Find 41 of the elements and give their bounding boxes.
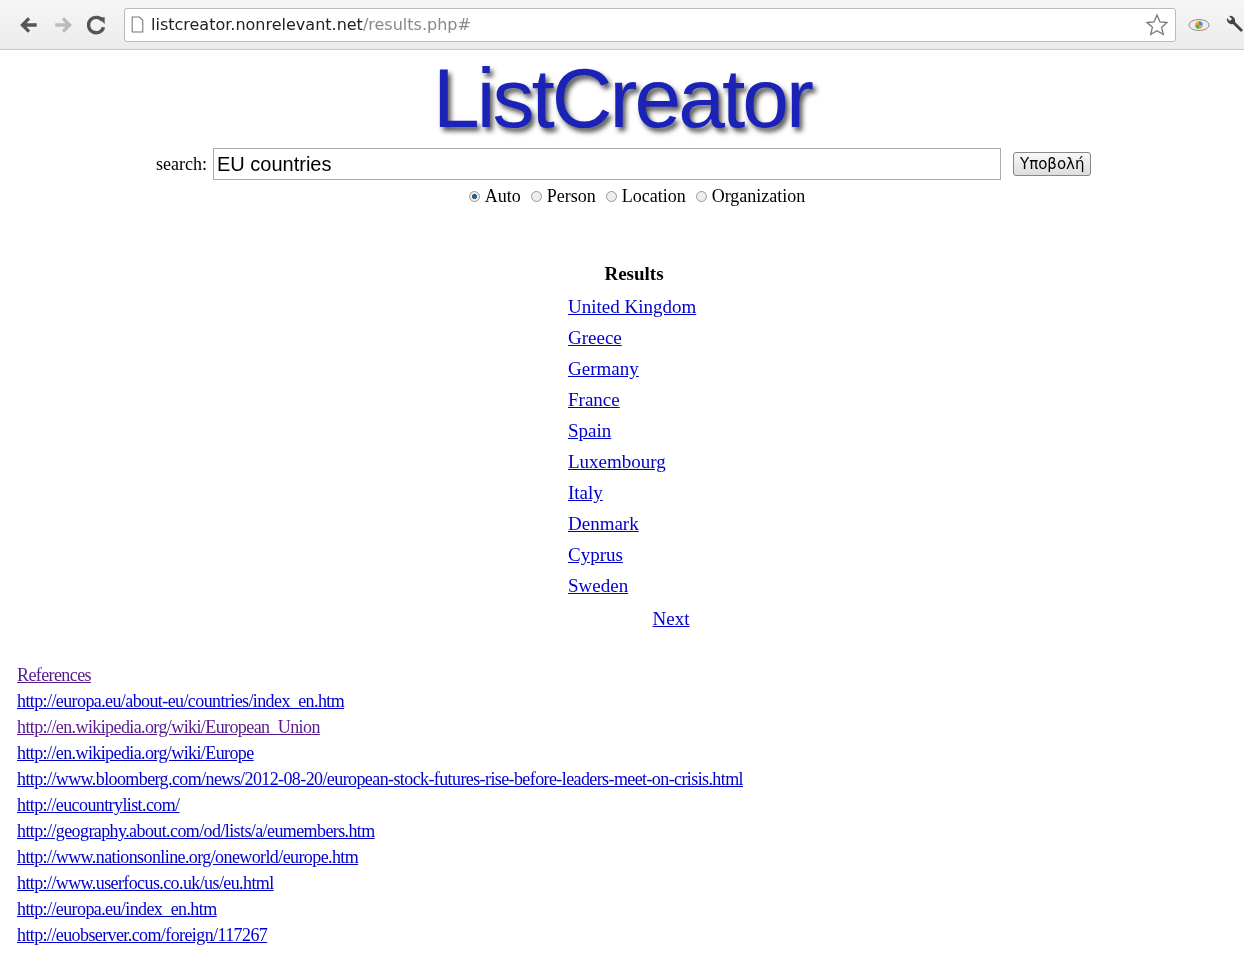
radio-label[interactable]: Organization	[711, 186, 806, 207]
reference-link[interactable]: http://europa.eu/index_en.htm	[17, 896, 217, 922]
search-label: search:	[156, 153, 207, 175]
reload-icon[interactable]	[86, 13, 108, 36]
search-field[interactable]: EU countries	[212, 148, 1001, 180]
result-link[interactable]: Italy	[568, 477, 603, 508]
url-host: listcreator.nonrelevant.net	[151, 15, 363, 34]
reference-link[interactable]: http://www.bloomberg.com/news/2012-08-20/european-stock-futures-rise-before-leaders-meet-on-crisis.html	[17, 766, 743, 792]
result-link[interactable]: Cyprus	[568, 539, 623, 570]
reference-link[interactable]: http://en.wikipedia.org/wiki/European_Union	[17, 714, 320, 740]
reference-link[interactable]: http://eucountrylist.com/	[17, 792, 180, 818]
page-icon	[131, 16, 144, 33]
result-link[interactable]: Greece	[568, 322, 622, 353]
site-logo: ListCreator	[432, 50, 813, 146]
url-path: /results.php#	[362, 15, 471, 34]
results-heading: Results	[604, 262, 664, 286]
radio-button[interactable]	[605, 191, 617, 202]
radio-label[interactable]: Location	[621, 186, 686, 207]
radio-label[interactable]: Person	[546, 186, 596, 207]
reference-link[interactable]: http://www.nationsonline.org/oneworld/europe.htm	[17, 844, 359, 870]
reference-link[interactable]: http://www.userfocus.co.uk/us/eu.html	[17, 870, 274, 896]
next-link[interactable]: Next	[652, 603, 690, 634]
reference-link[interactable]: http://euobserver.com/foreign/117267	[17, 922, 268, 948]
address-bar[interactable]: listcreator.nonrelevant.net/results.php#	[124, 7, 1176, 42]
result-link[interactable]: Germany	[568, 353, 639, 384]
result-link[interactable]: Spain	[568, 415, 612, 446]
radio-button[interactable]	[695, 191, 707, 202]
result-link[interactable]: Luxembourg	[568, 446, 666, 477]
reference-link[interactable]: http://en.wikipedia.org/wiki/Europe	[17, 740, 254, 766]
star-icon[interactable]	[1145, 12, 1169, 37]
submit-button[interactable]: Υποβολή	[1012, 152, 1092, 176]
reference-link[interactable]: http://europa.eu/about-eu/countries/index_en.htm	[17, 688, 345, 714]
radio-button[interactable]	[530, 191, 542, 202]
radio-button[interactable]	[468, 191, 480, 202]
result-link[interactable]: United Kingdom	[568, 291, 697, 322]
result-link[interactable]: France	[568, 384, 620, 415]
result-link[interactable]: Denmark	[568, 508, 639, 539]
reference-link[interactable]: http://geography.about.com/od/lists/a/eumembers.htm	[17, 818, 375, 844]
references-link[interactable]: References	[17, 662, 91, 688]
radio-label[interactable]: Auto	[484, 186, 521, 207]
result-link[interactable]: Sweden	[568, 570, 629, 601]
